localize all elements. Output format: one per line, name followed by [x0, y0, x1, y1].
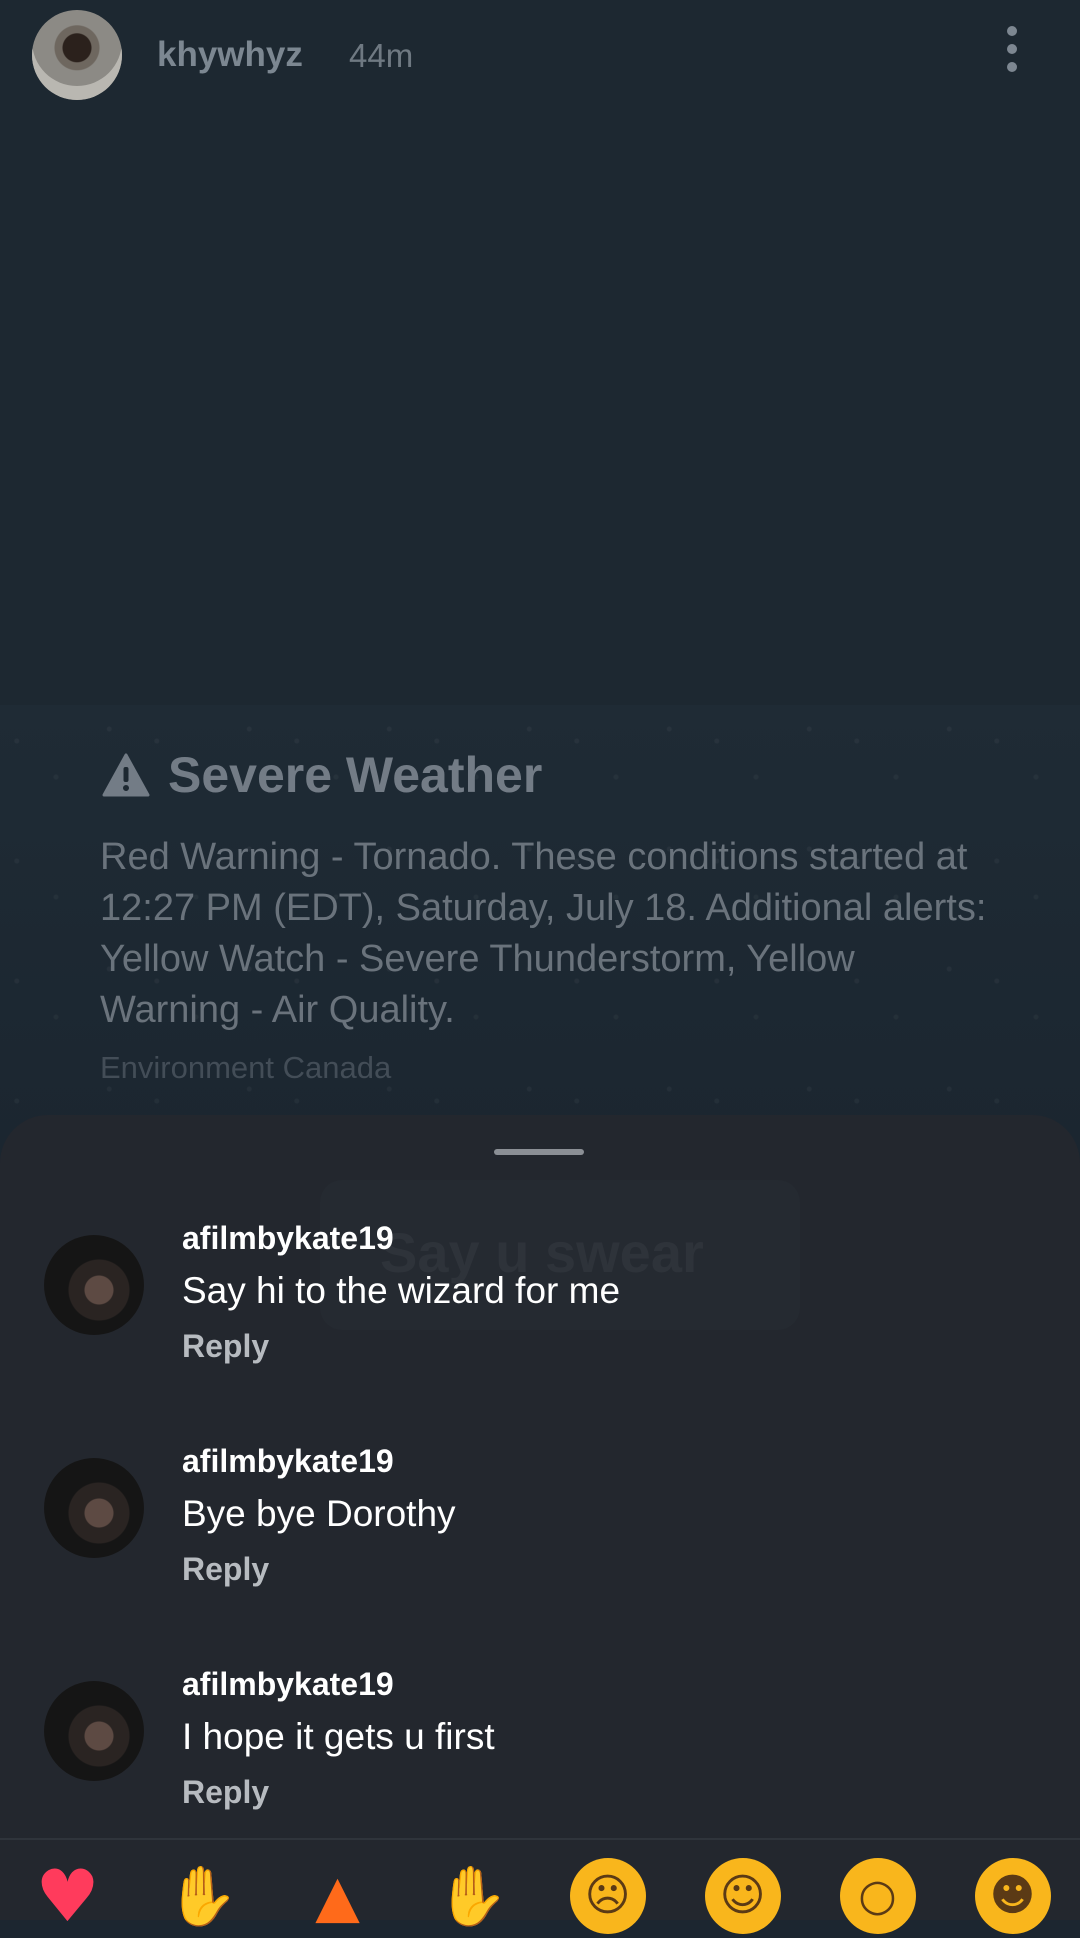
warning-icon [102, 753, 150, 797]
heart-emoji[interactable]: ♥ [30, 1858, 106, 1934]
alert-source: Environment Canada [100, 1050, 392, 1085]
comment-item: afilmbykate19 Bye bye Dorothy Reply [0, 1443, 1080, 1623]
avatar[interactable] [44, 1681, 144, 1781]
drag-handle[interactable] [494, 1149, 584, 1155]
emoji-reaction-bar: ♥ ✋ ▲ ✋ ☹ ☺ ○ ☻ [0, 1858, 1080, 1934]
clapping-hands-emoji[interactable]: ✋ [435, 1858, 511, 1934]
tears-of-joy-emoji[interactable]: ☻ [974, 1858, 1051, 1934]
reply-button[interactable]: Reply [182, 1328, 269, 1365]
avatar[interactable] [32, 10, 122, 100]
avatar[interactable] [44, 1458, 144, 1558]
reply-button[interactable]: Reply [182, 1551, 269, 1588]
crying-face-emoji[interactable]: ☹ [569, 1858, 646, 1934]
comment-username[interactable]: afilmbykate19 [182, 1443, 394, 1480]
divider [0, 1838, 1080, 1840]
comment-text: Say hi to the wizard for me [182, 1270, 621, 1311]
comment-item: afilmbykate19 I hope it gets u first Rep… [0, 1666, 1080, 1846]
comments-sheet: Say u swear afilmbykate19 Say hi to the … [0, 1115, 1080, 1920]
avatar[interactable] [44, 1235, 144, 1335]
more-options-icon[interactable] [1000, 26, 1024, 82]
alert-body: Red Warning - Tornado. These conditions … [100, 836, 987, 1031]
raising-hands-emoji[interactable]: ✋ [165, 1858, 241, 1934]
reply-button[interactable]: Reply [182, 1774, 269, 1811]
comment-item: afilmbykate19 Say hi to the wizard for m… [0, 1220, 1080, 1400]
comment-text: Bye bye Dorothy [182, 1493, 456, 1534]
surprised-face-emoji[interactable]: ○ [839, 1858, 916, 1934]
alert-title-text: Severe Weather [168, 747, 543, 803]
fire-emoji[interactable]: ▲ [300, 1858, 376, 1934]
comment-username[interactable]: afilmbykate19 [182, 1666, 394, 1703]
story-username[interactable]: khywhyz [157, 35, 303, 75]
alert-title: Severe Weather [102, 745, 542, 805]
comment-username[interactable]: afilmbykate19 [182, 1220, 394, 1257]
story-header: khywhyz 44m [0, 0, 1080, 120]
comment-text: I hope it gets u first [182, 1716, 495, 1757]
heart-eyes-emoji[interactable]: ☺ [704, 1858, 781, 1934]
story-time: 44m [349, 37, 414, 74]
